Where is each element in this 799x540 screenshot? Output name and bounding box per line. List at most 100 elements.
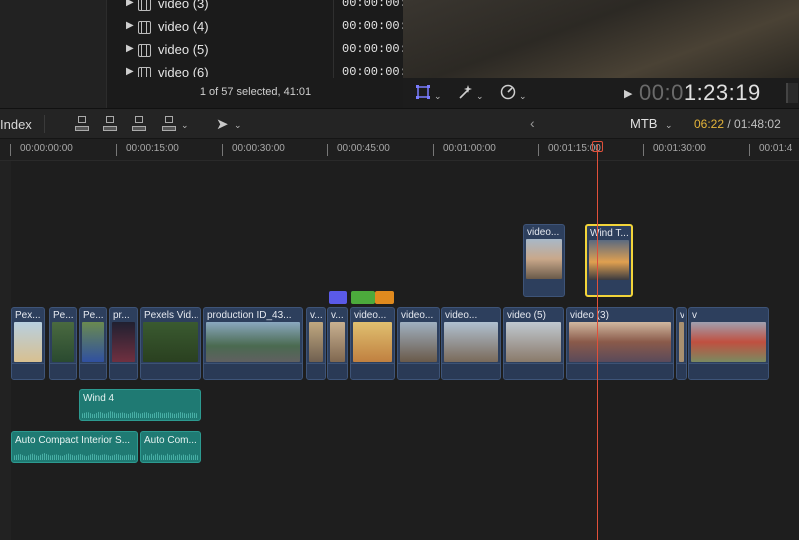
audio-clip[interactable]: Auto Com... [140,431,201,463]
clip-audio-strip [398,363,439,379]
timeline-ruler[interactable]: 00:00:00:00 00:00:15:00 00:00:30:00 00:0… [0,139,799,161]
clip-audio-strip [677,363,686,379]
primary-video-clip[interactable]: video (1) [676,307,687,380]
clip-thumbnail [330,322,345,362]
enhance-tool-button[interactable]: ⌄ [457,84,484,102]
clip-thumbnail [691,322,766,362]
clip-label: Pex... [15,310,41,321]
ruler-label: 00:00:30:00 [232,143,285,154]
transform-icon [416,85,430,99]
primary-video-clip[interactable]: video (3) [566,307,674,380]
ruler-label: 00:01:4 [759,143,793,154]
transform-tool-button[interactable]: ⌄ [415,84,442,102]
browser-clip-row[interactable]: ▶ video (5) 00:00:00:0 [107,40,404,63]
clip-audio-strip [504,363,563,379]
film-icon [138,67,151,77]
browser-clip-row[interactable]: ▶ video (3) 00:00:00:0 [107,0,404,17]
primary-video-clip[interactable]: video... [397,307,440,380]
disclosure-triangle-icon[interactable]: ▶ [126,43,134,54]
connected-video-clip[interactable]: video... [523,224,565,297]
ruler-tick [643,144,644,156]
speedometer-icon [500,84,516,100]
primary-video-clip[interactable]: pr... [109,307,138,380]
audio-waveform [82,411,198,418]
clip-thumbnail [589,240,629,280]
clip-label: production ID_43... [207,310,292,321]
chevron-down-icon: ⌄ [476,90,484,101]
project-name[interactable]: MTB [630,116,657,131]
clip-audio-strip [204,363,302,379]
disclosure-triangle-icon[interactable]: ▶ [126,0,134,8]
clip-audio-strip [12,363,44,379]
clip-audio-strip [689,363,768,379]
audio-clip[interactable]: Auto Compact Interior S... [11,431,138,463]
clip-thumbnail [82,322,104,362]
select-tool-icon[interactable]: ➤ [216,115,229,133]
clip-thumbnail [569,322,671,362]
connect-edit-icon[interactable] [73,116,91,132]
clip-label: video (3) [570,310,609,321]
primary-video-clip[interactable]: Pex... [11,307,45,380]
playhead-handle[interactable] [592,141,603,152]
ruler-tick [222,144,223,156]
ruler-tick [538,144,539,156]
primary-video-clip[interactable]: Pexels Vid... [140,307,201,380]
clip-audio-strip [110,363,137,379]
connected-video-clip-selected[interactable]: Wind T... [585,224,633,297]
primary-video-clip[interactable]: v... [327,307,348,380]
chevron-down-icon[interactable]: ⌄ [234,120,242,131]
chevron-down-icon[interactable]: ⌄ [665,120,673,131]
append-edit-icon[interactable] [130,116,148,132]
total-time: 01:48:02 [734,117,781,131]
time-separator: / [724,117,735,131]
primary-video-clip[interactable]: production ID_43... [203,307,303,380]
primary-video-clip[interactable]: video... [441,307,501,380]
viewer-timecode: 00:01:23:19 [639,80,761,106]
clip-label: video... [354,310,387,321]
primary-video-clip[interactable]: v [688,307,769,380]
clip-name: video (4) [158,19,209,34]
browser-panel: ▶ video (3) 00:00:00:0 ▶ video (4) 00:00… [106,0,404,108]
clip-thumbnail [14,322,42,362]
clip-audio-strip [141,363,200,379]
film-icon [138,44,151,57]
timeline-toolbar: Index ⌄ ➤ ⌄ ‹ MTB ⌄ 06:22 / 01:48:02 [0,108,799,139]
insert-edit-icon[interactable] [101,116,119,132]
browser-clip-row[interactable]: ▶ video (4) 00:00:00:0 [107,17,404,40]
ruler-label: 00:00:45:00 [337,143,390,154]
clip-thumbnail [353,322,392,362]
primary-video-clip[interactable]: Pe... [49,307,77,380]
marker-orange[interactable] [375,291,394,304]
ruler-tick [10,144,11,156]
play-icon[interactable]: ▶ [624,87,632,100]
clip-duration: 00:00:00:0 [342,42,404,56]
primary-video-clip[interactable]: v... [306,307,326,380]
clip-thumbnail [506,322,561,362]
marker-green[interactable] [351,291,375,304]
clip-thumbnail [526,239,562,279]
primary-video-clip[interactable]: video (5) [503,307,564,380]
clip-audio-strip [80,363,106,379]
clip-label: v... [310,310,323,321]
playhead[interactable] [597,144,598,540]
primary-video-clip[interactable]: Pe... [79,307,107,380]
disclosure-triangle-icon[interactable]: ▶ [126,20,134,31]
marker-purple[interactable] [329,291,347,304]
clip-thumbnail [206,322,300,362]
ruler-tick [116,144,117,156]
speed-tool-button[interactable]: ⌄ [500,84,527,102]
browser-clip-row[interactable]: ▶ video (6) 00:00:00:0 [107,63,404,77]
disclosure-triangle-icon[interactable]: ▶ [126,66,134,77]
index-button[interactable]: Index [0,117,32,132]
clip-thumbnail [52,322,74,362]
timeline-gutter [0,161,11,540]
back-arrow-icon[interactable]: ‹ [530,115,535,131]
audio-clip[interactable]: Wind 4 [79,389,201,421]
fullscreen-button[interactable] [786,83,798,103]
primary-video-clip[interactable]: video... [350,307,395,380]
overwrite-edit-icon[interactable] [160,116,178,132]
clip-thumbnail [400,322,437,362]
ruler-label: 00:01:00:00 [443,143,496,154]
chevron-down-icon[interactable]: ⌄ [181,120,189,131]
clip-audio-strip [328,363,347,379]
